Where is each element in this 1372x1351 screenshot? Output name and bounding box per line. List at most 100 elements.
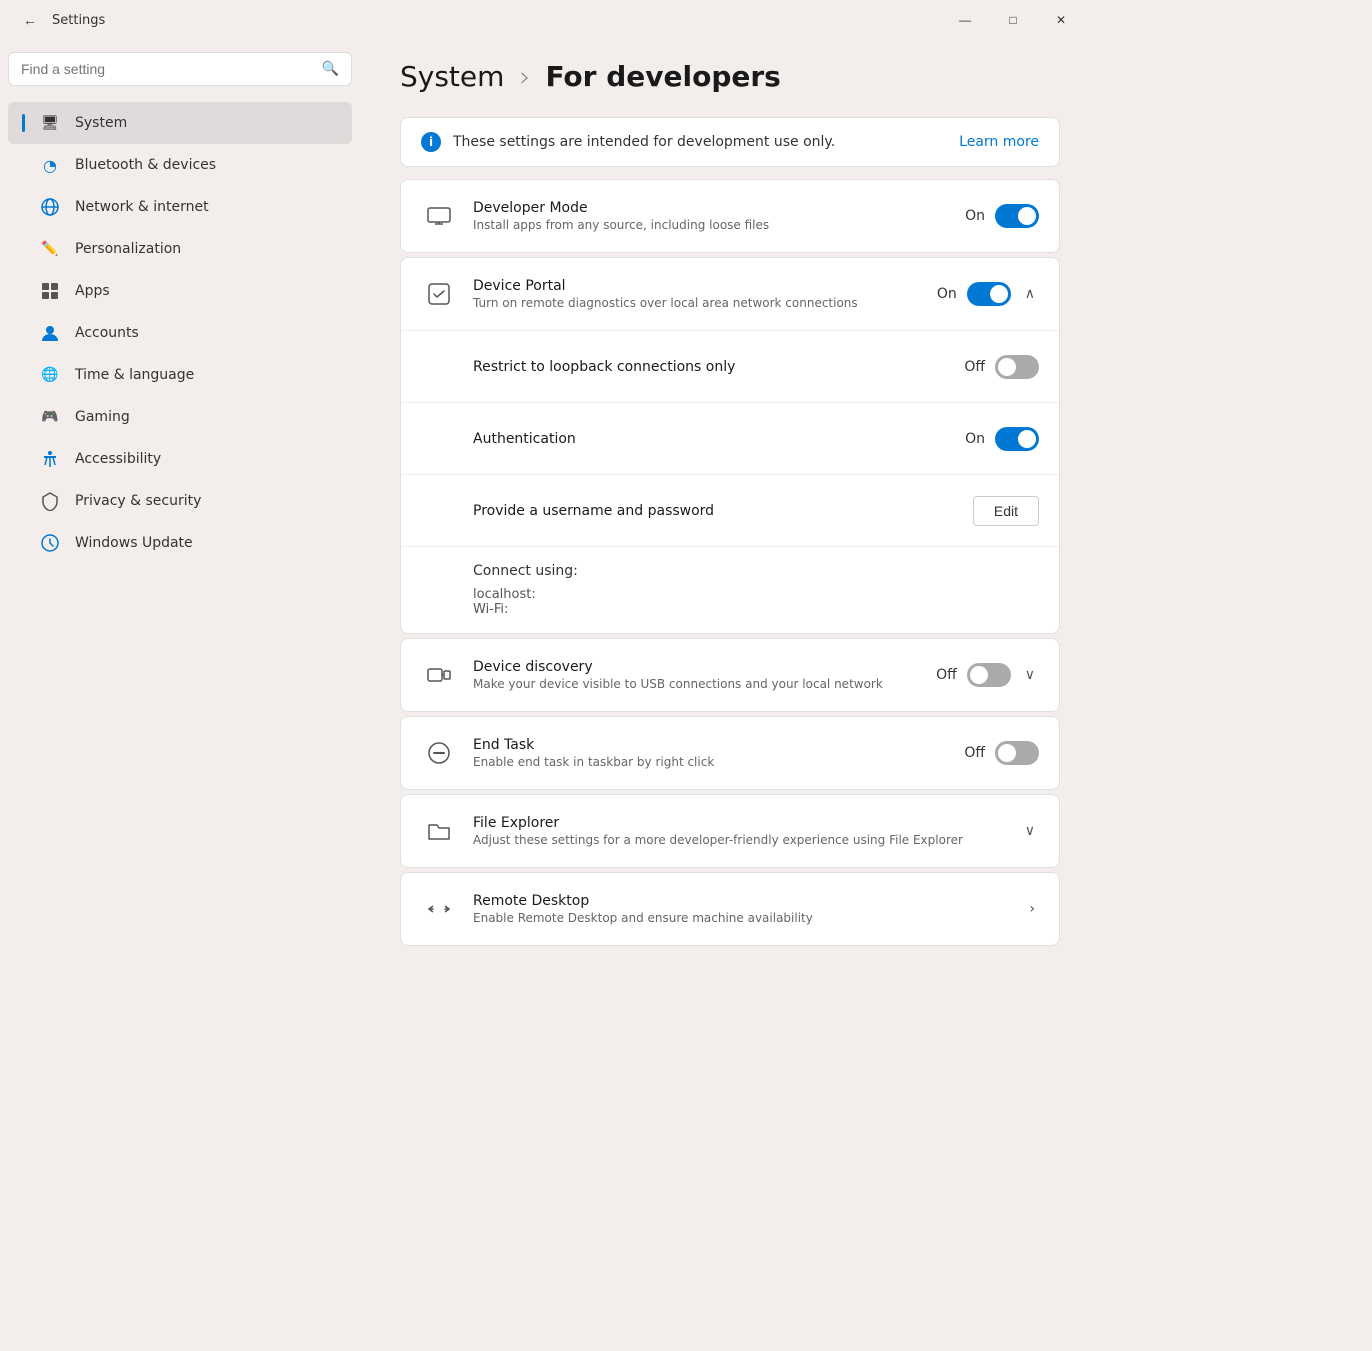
- credentials-text: Provide a username and password: [473, 503, 957, 519]
- authentication-title: Authentication: [473, 431, 949, 447]
- sidebar-item-bluetooth[interactable]: ◔ Bluetooth & devices: [8, 144, 352, 186]
- sidebar-item-time[interactable]: 🌐 Time & language: [8, 354, 352, 396]
- info-banner: i These settings are intended for develo…: [400, 117, 1060, 167]
- info-icon: i: [421, 132, 441, 152]
- device-portal-state: On: [937, 286, 957, 302]
- device-portal-text: Device Portal Turn on remote diagnostics…: [473, 278, 921, 310]
- learn-more-link[interactable]: Learn more: [959, 134, 1039, 150]
- sidebar-label-apps: Apps: [75, 283, 110, 299]
- sidebar-item-accessibility[interactable]: Accessibility: [8, 438, 352, 480]
- end-task-row: End Task Enable end task in taskbar by r…: [401, 717, 1059, 789]
- sidebar-item-network[interactable]: Network & internet: [8, 186, 352, 228]
- device-discovery-chevron-down[interactable]: ∨: [1021, 663, 1039, 687]
- device-portal-card: Device Portal Turn on remote diagnostics…: [400, 257, 1060, 634]
- device-portal-icon: [421, 276, 457, 312]
- device-discovery-controls: Off ∨: [936, 663, 1039, 687]
- credentials-title: Provide a username and password: [473, 503, 957, 519]
- titlebar: ← Settings — □ ✕: [0, 0, 1100, 40]
- loopback-row: Restrict to loopback connections only Of…: [401, 330, 1059, 402]
- bluetooth-icon: ◔: [39, 154, 61, 176]
- remote-desktop-title: Remote Desktop: [473, 893, 1009, 909]
- search-input[interactable]: [21, 61, 314, 77]
- sidebar-item-privacy[interactable]: Privacy & security: [8, 480, 352, 522]
- file-explorer-card: File Explorer Adjust these settings for …: [400, 794, 1060, 868]
- authentication-controls: On: [965, 427, 1039, 451]
- remote-desktop-chevron-right[interactable]: ›: [1025, 897, 1039, 921]
- authentication-text: Authentication: [473, 431, 949, 447]
- sidebar-label-personalization: Personalization: [75, 241, 181, 257]
- page-heading: System › For developers: [400, 40, 1060, 93]
- loopback-title: Restrict to loopback connections only: [473, 359, 948, 375]
- file-explorer-icon: [421, 813, 457, 849]
- sidebar-label-gaming: Gaming: [75, 409, 130, 425]
- loopback-controls: Off: [964, 355, 1039, 379]
- file-explorer-row[interactable]: File Explorer Adjust these settings for …: [401, 795, 1059, 867]
- remote-desktop-icon: [421, 891, 457, 927]
- info-text: These settings are intended for developm…: [453, 134, 947, 150]
- loopback-toggle[interactable]: [995, 355, 1039, 379]
- accessibility-icon: [39, 448, 61, 470]
- sidebar-label-bluetooth: Bluetooth & devices: [75, 157, 216, 173]
- sidebar-item-personalization[interactable]: ✏️ Personalization: [8, 228, 352, 270]
- apps-icon: [39, 280, 61, 302]
- end-task-card: End Task Enable end task in taskbar by r…: [400, 716, 1060, 790]
- connect-localhost: localhost:: [473, 587, 1039, 602]
- sidebar-label-network: Network & internet: [75, 199, 209, 215]
- device-portal-chevron-up[interactable]: ∧: [1021, 282, 1039, 306]
- file-explorer-controls: ∨: [1021, 819, 1039, 843]
- sidebar-label-accounts: Accounts: [75, 325, 139, 341]
- device-discovery-text: Device discovery Make your device visibl…: [473, 659, 920, 691]
- time-icon: 🌐: [39, 364, 61, 386]
- sidebar-item-system[interactable]: 🖥 System: [8, 102, 352, 144]
- remote-desktop-row[interactable]: Remote Desktop Enable Remote Desktop and…: [401, 873, 1059, 945]
- connect-label: Connect using:: [473, 563, 1039, 579]
- back-button[interactable]: ←: [16, 6, 44, 34]
- file-explorer-title: File Explorer: [473, 815, 1005, 831]
- device-discovery-toggle[interactable]: [967, 663, 1011, 687]
- credentials-controls: Edit: [973, 496, 1039, 526]
- device-portal-title: Device Portal: [473, 278, 921, 294]
- main-layout: 🔍 🖥 System ◔ Bluetooth & devices Network…: [0, 40, 1100, 1351]
- sidebar-label-privacy: Privacy & security: [75, 493, 201, 509]
- device-portal-row: Device Portal Turn on remote diagnostics…: [401, 258, 1059, 330]
- breadcrumb-sep: ›: [519, 60, 530, 93]
- app-title: Settings: [52, 13, 105, 28]
- breadcrumb-current: For developers: [545, 60, 780, 93]
- sidebar-label-update: Windows Update: [75, 535, 193, 551]
- end-task-desc: Enable end task in taskbar by right clic…: [473, 755, 948, 769]
- system-icon: 🖥: [39, 112, 61, 134]
- authentication-state: On: [965, 431, 985, 447]
- developer-mode-card: Developer Mode Install apps from any sou…: [400, 179, 1060, 253]
- network-icon: [39, 196, 61, 218]
- developer-mode-title: Developer Mode: [473, 200, 949, 216]
- developer-mode-text: Developer Mode Install apps from any sou…: [473, 200, 949, 232]
- close-button[interactable]: ✕: [1038, 4, 1084, 36]
- update-icon: [39, 532, 61, 554]
- developer-mode-toggle[interactable]: [995, 204, 1039, 228]
- accounts-icon: [39, 322, 61, 344]
- device-portal-desc: Turn on remote diagnostics over local ar…: [473, 296, 921, 310]
- end-task-toggle[interactable]: [995, 741, 1039, 765]
- device-portal-toggle[interactable]: [967, 282, 1011, 306]
- credentials-edit-button[interactable]: Edit: [973, 496, 1039, 526]
- file-explorer-desc: Adjust these settings for a more develop…: [473, 833, 1005, 847]
- sidebar-label-system: System: [75, 115, 127, 131]
- device-discovery-row: Device discovery Make your device visibl…: [401, 639, 1059, 711]
- sidebar-item-apps[interactable]: Apps: [8, 270, 352, 312]
- loopback-text: Restrict to loopback connections only: [473, 359, 948, 375]
- authentication-toggle[interactable]: [995, 427, 1039, 451]
- breadcrumb-system: System: [400, 60, 504, 93]
- sidebar-label-accessibility: Accessibility: [75, 451, 161, 467]
- sidebar-item-accounts[interactable]: Accounts: [8, 312, 352, 354]
- minimize-button[interactable]: —: [942, 4, 988, 36]
- search-icon: 🔍: [322, 61, 339, 77]
- gaming-icon: 🎮: [39, 406, 61, 428]
- developer-mode-row: Developer Mode Install apps from any sou…: [401, 180, 1059, 252]
- file-explorer-chevron-down[interactable]: ∨: [1021, 819, 1039, 843]
- device-portal-controls: On ∧: [937, 282, 1039, 306]
- maximize-button[interactable]: □: [990, 4, 1036, 36]
- sidebar-item-gaming[interactable]: 🎮 Gaming: [8, 396, 352, 438]
- remote-desktop-controls: ›: [1025, 897, 1039, 921]
- sidebar-item-update[interactable]: Windows Update: [8, 522, 352, 564]
- file-explorer-text: File Explorer Adjust these settings for …: [473, 815, 1005, 847]
